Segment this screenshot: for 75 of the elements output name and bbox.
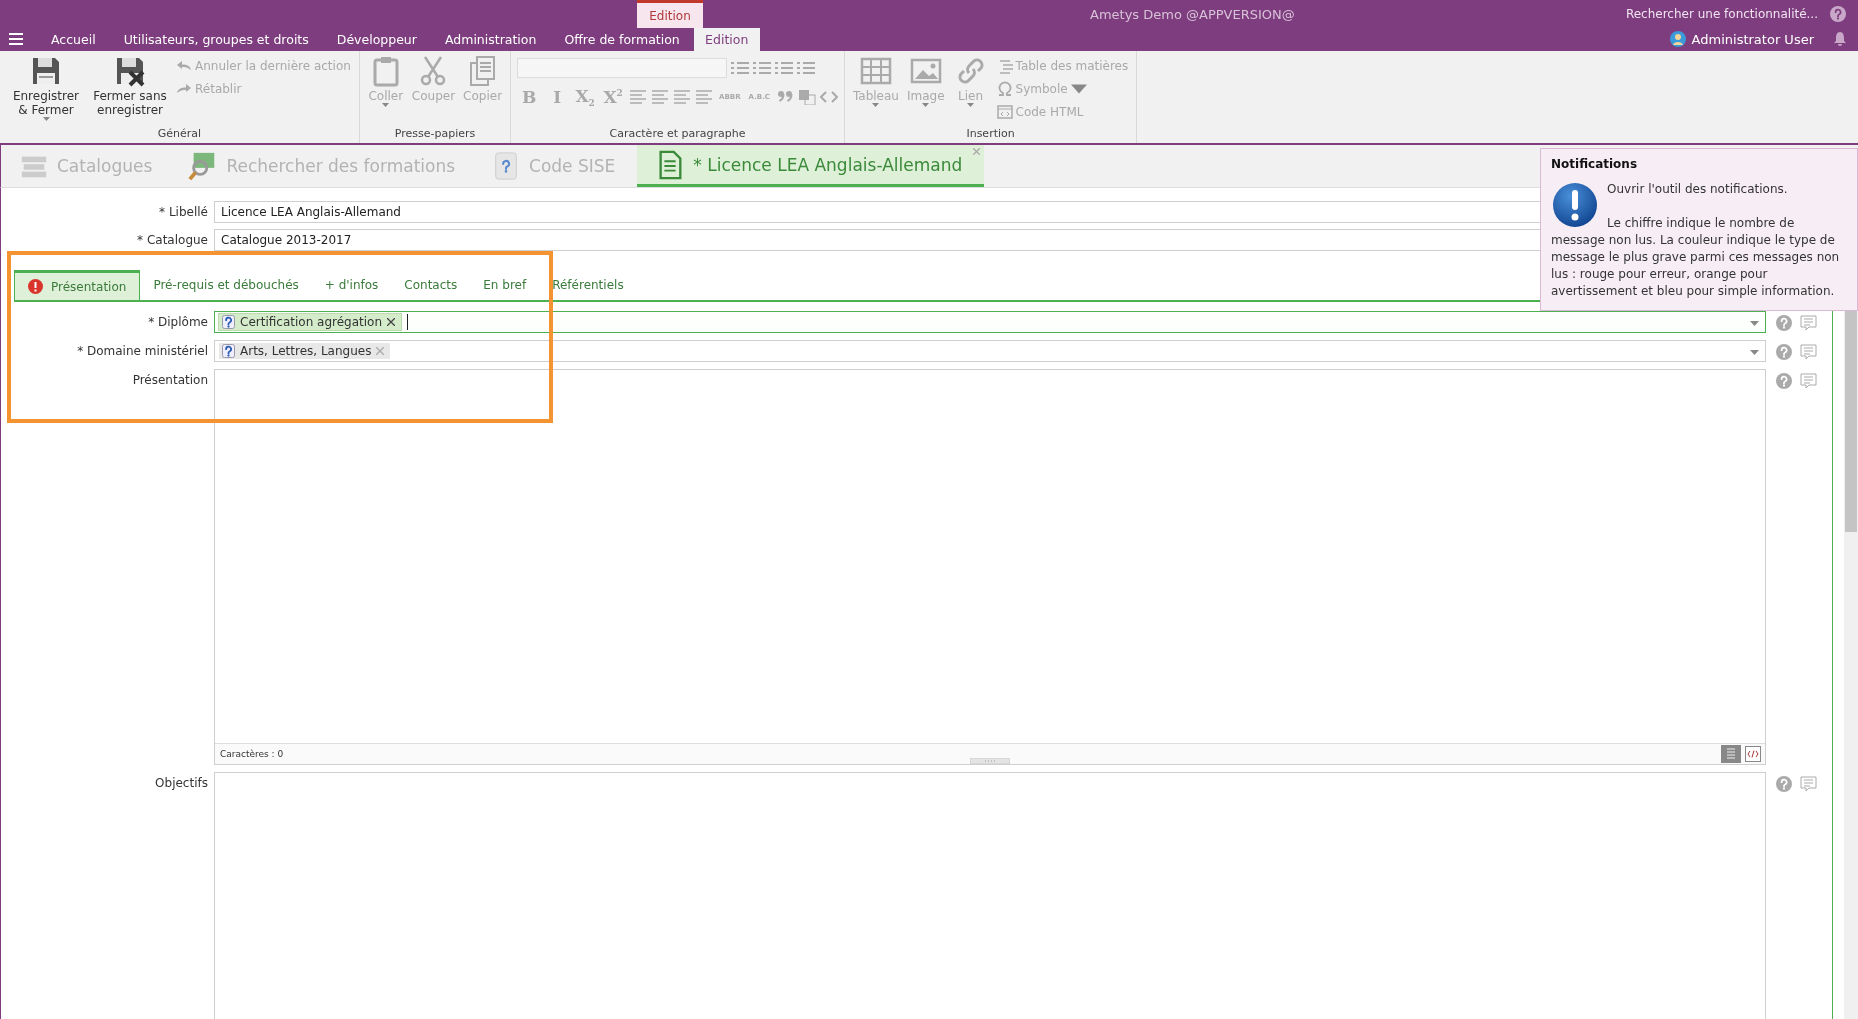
question-icon bbox=[222, 344, 235, 358]
field-label: * Catalogue bbox=[136, 232, 208, 247]
ribbon-tab[interactable]: Utilisateurs, groupes et droits bbox=[109, 28, 323, 51]
help-icon bbox=[1776, 776, 1792, 792]
table-icon bbox=[859, 55, 892, 87]
ribbon-tab[interactable]: Administration bbox=[430, 28, 551, 51]
tag-field[interactable]: Certification agrégation bbox=[214, 311, 1766, 333]
comment-icon bbox=[1800, 776, 1817, 792]
comment-icon bbox=[1800, 373, 1817, 389]
source-code-icon bbox=[1745, 746, 1761, 762]
field-label: Objectifs bbox=[154, 775, 208, 790]
tooltip-lead-text: Ouvrir l'outil des notifications. bbox=[1606, 181, 1789, 198]
tooltip-title: Notifications bbox=[1551, 157, 1639, 171]
ribbon-tab[interactable]: Accueil bbox=[37, 28, 110, 51]
question-icon bbox=[222, 315, 235, 329]
tag-chip[interactable]: Arts, Lettres, Langues bbox=[219, 343, 391, 359]
ribbon-group-title: Presse-papiers bbox=[393, 126, 477, 142]
justify-icon bbox=[695, 89, 714, 106]
indent-icon bbox=[797, 60, 816, 76]
ribbon-group-title: Caractère et paragraphe bbox=[608, 126, 747, 142]
ribbon-button[interactable]: Enregistrer & Fermer bbox=[6, 54, 86, 122]
font-combo-field[interactable] bbox=[517, 58, 728, 78]
form-tab[interactable]: Contacts bbox=[391, 270, 471, 300]
form-tab[interactable]: En bref bbox=[470, 270, 540, 300]
ribbon-tab[interactable]: Offre de formation bbox=[550, 28, 694, 51]
tag-chip[interactable]: Certification agrégation bbox=[219, 314, 402, 330]
bell-icon bbox=[1832, 31, 1848, 47]
ribbon-tab[interactable]: Edition bbox=[693, 28, 760, 51]
character-count: Caractères : 0 bbox=[220, 749, 284, 759]
align-center-icon bbox=[651, 89, 670, 106]
dropdown-icon bbox=[1750, 350, 1759, 355]
comment-icon bbox=[1800, 344, 1817, 360]
align-left-icon bbox=[629, 89, 648, 106]
error-icon bbox=[28, 279, 43, 294]
user-name[interactable]: Administrator User bbox=[1691, 31, 1814, 47]
ribbon-group-title: Insertion bbox=[965, 126, 1016, 142]
field-label: Présentation bbox=[131, 372, 208, 387]
code-window-icon bbox=[996, 104, 1013, 120]
app-title: Ametys Demo @APPVERSION@ bbox=[1090, 7, 1295, 22]
contextual-tab-label: Edition bbox=[637, 0, 703, 28]
form-tab[interactable]: Référentiels bbox=[539, 270, 637, 300]
document-mode-icon bbox=[1721, 745, 1741, 763]
resize-handle bbox=[970, 758, 1010, 764]
ribbon-group-title: Général bbox=[156, 126, 203, 142]
remove-icon bbox=[387, 318, 396, 326]
outdent-icon bbox=[775, 60, 794, 76]
comment-icon bbox=[1800, 315, 1817, 331]
numbered-list-icon bbox=[753, 60, 772, 76]
form-tab[interactable]: Présentation bbox=[14, 270, 141, 300]
dropdown-icon bbox=[1750, 321, 1759, 326]
field-label: * Domaine ministériel bbox=[76, 343, 208, 358]
help-icon bbox=[1776, 344, 1792, 360]
rich-text-editor[interactable] bbox=[214, 772, 1766, 1019]
user-avatar-icon bbox=[1669, 31, 1686, 47]
exclamation-icon bbox=[1551, 181, 1599, 229]
help-icon bbox=[1776, 315, 1792, 331]
help-icon bbox=[1776, 373, 1792, 389]
field-label: * Libellé bbox=[158, 204, 208, 219]
omega-icon bbox=[996, 81, 1013, 97]
bullet-list-icon bbox=[731, 60, 750, 76]
menu-icon bbox=[9, 33, 23, 45]
tag-field[interactable]: Arts, Lettres, Langues bbox=[214, 340, 1766, 362]
field-label: * Diplôme bbox=[147, 314, 208, 329]
form-tab[interactable]: Pré-requis et débouchés bbox=[140, 270, 312, 300]
form-tab[interactable]: + d'infos bbox=[311, 270, 392, 300]
ribbon-button[interactable]: Fermer sans enregistrer bbox=[90, 54, 170, 118]
align-right-icon bbox=[673, 89, 692, 106]
floppy-disk-cross-icon bbox=[114, 55, 146, 87]
remove-icon bbox=[376, 347, 385, 355]
help-icon bbox=[1830, 6, 1846, 22]
search-field[interactable]: Rechercher une fonctionnalité... bbox=[1613, 7, 1818, 21]
document-tab[interactable]: * Licence LEA Anglais-Allemand bbox=[637, 145, 985, 187]
rich-text-editor[interactable]: Caractères : 0 bbox=[214, 369, 1766, 765]
text-cursor bbox=[407, 314, 409, 330]
ribbon-tab[interactable]: Développeur bbox=[322, 28, 431, 51]
